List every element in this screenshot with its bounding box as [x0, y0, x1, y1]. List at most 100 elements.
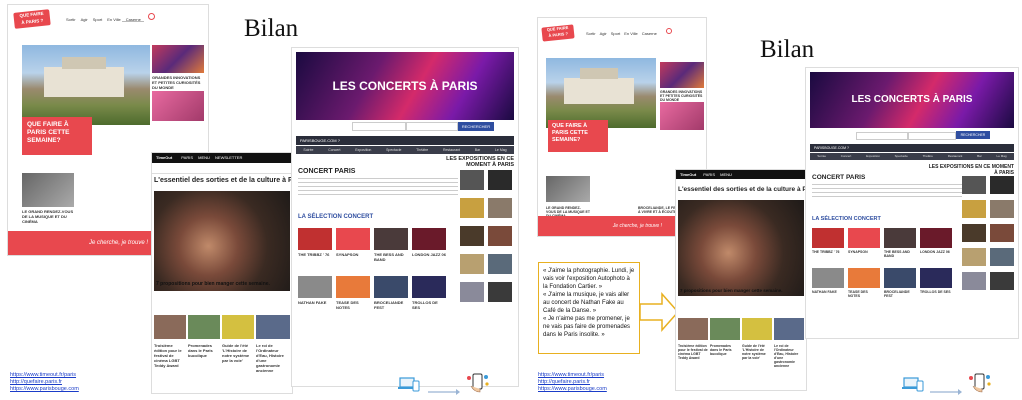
expo-thumb[interactable]: [488, 226, 512, 246]
expo-thumb[interactable]: [488, 254, 512, 274]
timeout-card-thumb[interactable]: [222, 315, 254, 339]
quefaire-logo[interactable]: QUE FAIRE À PARIS ?: [541, 24, 575, 42]
nav-item[interactable]: En Ville: [624, 31, 638, 36]
timeout-card-title[interactable]: Guide de l'été 'L'Histoire de notre syst…: [222, 343, 254, 363]
hero-image[interactable]: [546, 58, 656, 128]
hero-title-box[interactable]: QUE FAIRE À PARIS CETTE SEMAINE?: [548, 120, 608, 152]
nav-item[interactable]: Sport: [93, 17, 103, 22]
expo-thumb[interactable]: [990, 176, 1014, 194]
concert-label[interactable]: THE TRIBBZ ' 76: [812, 250, 844, 254]
concert-label[interactable]: TROLLOS DE SES: [920, 290, 952, 294]
timeout-card-title[interactable]: Guide de l'été 'L'Histoire de notre syst…: [742, 344, 772, 360]
search-icon[interactable]: [666, 28, 672, 34]
concert-thumb[interactable]: [336, 276, 370, 298]
expo-thumb[interactable]: [460, 254, 484, 274]
concert-label[interactable]: SYNAPSON: [848, 250, 880, 254]
concert-label[interactable]: TEASE DES NOTES: [848, 290, 880, 298]
concert-thumb[interactable]: [848, 268, 880, 288]
concert-thumb[interactable]: [920, 228, 952, 248]
pb-search-button[interactable]: RECHERCHER: [458, 122, 494, 131]
timeout-card-title[interactable]: Troisième édition pour le festival de ci…: [154, 343, 186, 368]
concert-banner[interactable]: LES CONCERTS À PARIS: [810, 72, 1014, 128]
concert-thumb[interactable]: [412, 228, 446, 250]
timeout-card-thumb[interactable]: [742, 318, 772, 340]
concert-label[interactable]: THE BESS AND BAND: [374, 252, 408, 262]
expo-thumb[interactable]: [962, 200, 986, 218]
bottom-thumb-1[interactable]: [546, 176, 590, 202]
concert-thumb[interactable]: [298, 228, 332, 250]
timeout-card-title[interactable]: Troisième édition pour le festival de ci…: [678, 344, 708, 360]
side-thumb-2[interactable]: [660, 102, 704, 130]
expo-thumb[interactable]: [488, 170, 512, 190]
pb-bar-left[interactable]: PARISBOUGE.COM ?: [814, 146, 849, 150]
pb-bar-left[interactable]: PARISBOUGE.COM ?: [300, 138, 340, 143]
pb-date-input[interactable]: [908, 132, 956, 140]
concert-thumb[interactable]: [812, 268, 844, 288]
concert-label[interactable]: LONDON JAZZ 06: [412, 252, 446, 257]
source-link[interactable]: http://quefaire.paris.fr: [538, 379, 607, 386]
timeout-card-thumb[interactable]: [188, 315, 220, 339]
tab[interactable]: Le Mag: [495, 146, 507, 154]
nav-item[interactable]: Sport: [611, 31, 621, 36]
concert-thumb[interactable]: [374, 228, 408, 250]
quefaire-logo[interactable]: QUE FAIRE À PARIS ?: [13, 9, 51, 29]
source-link[interactable]: https://www.parisbouge.com: [538, 386, 607, 393]
tab[interactable]: Théâtre: [923, 153, 933, 160]
concert-label[interactable]: TROLLOS DE SES: [412, 300, 446, 310]
timeout-card-title[interactable]: Promenades dans le Paris bucolique: [710, 344, 740, 356]
tab[interactable]: Spectacle: [386, 146, 401, 154]
expo-thumb[interactable]: [990, 200, 1014, 218]
concert-label[interactable]: NATHAN FAKE: [298, 300, 332, 305]
tab[interactable]: Spectacle: [895, 153, 908, 160]
search-field[interactable]: [122, 15, 144, 22]
search-icon[interactable]: [148, 13, 155, 20]
tab[interactable]: Bar: [977, 153, 982, 160]
pb-search-button[interactable]: RECHERCHER: [956, 131, 990, 139]
concert-label[interactable]: THE TRIBBZ ' 76: [298, 252, 332, 257]
nav-item[interactable]: Sortir: [66, 17, 76, 22]
expo-thumb[interactable]: [460, 282, 484, 302]
tab[interactable]: Concert: [328, 146, 340, 154]
nav-item[interactable]: Caserne: [642, 31, 657, 36]
expo-thumb[interactable]: [962, 272, 986, 290]
concert-thumb[interactable]: [412, 276, 446, 298]
concert-thumb[interactable]: [920, 268, 952, 288]
timeout-card-thumb[interactable]: [710, 318, 740, 340]
timeout-card-title[interactable]: Le roi de l'Ordinateur d'Eau, Histoire d…: [256, 343, 290, 373]
timeout-feature-caption[interactable]: 7 propositions pour bien manger cette se…: [156, 281, 288, 287]
timeout-card-thumb[interactable]: [256, 315, 290, 339]
concert-thumb[interactable]: [336, 228, 370, 250]
expo-thumb[interactable]: [990, 272, 1014, 290]
concert-thumb[interactable]: [298, 276, 332, 298]
expo-thumb[interactable]: [990, 248, 1014, 266]
expo-thumb[interactable]: [962, 176, 986, 194]
concert-thumb[interactable]: [884, 268, 916, 288]
tab[interactable]: Le Mag: [997, 153, 1007, 160]
source-link[interactable]: https://www.parisbouge.com: [10, 386, 79, 393]
timeout-card-thumb[interactable]: [678, 318, 708, 340]
timeout-nav-item[interactable]: PARIS: [181, 155, 193, 160]
timeout-nav-item[interactable]: PARIS: [703, 172, 715, 177]
timeout-card-thumb[interactable]: [154, 315, 186, 339]
timeout-feature-image[interactable]: [678, 200, 804, 296]
source-link[interactable]: http://quefaire.paris.fr: [10, 379, 79, 386]
concert-thumb[interactable]: [884, 228, 916, 248]
concert-thumb[interactable]: [374, 276, 408, 298]
concert-label[interactable]: BROCELIANDE FEST: [884, 290, 916, 298]
source-link[interactable]: https://www.timeout.fr/paris: [538, 372, 607, 379]
tab[interactable]: Restaurant: [948, 153, 963, 160]
tab[interactable]: Exposition: [355, 146, 371, 154]
nav-item[interactable]: En Ville: [107, 17, 121, 22]
concert-thumb[interactable]: [848, 228, 880, 248]
expo-thumb[interactable]: [990, 224, 1014, 242]
timeout-feature-image[interactable]: [154, 191, 290, 291]
expo-thumb[interactable]: [488, 282, 512, 302]
tab[interactable]: Théâtre: [416, 146, 428, 154]
concert-label[interactable]: BROCELIANDE FEST: [374, 300, 408, 310]
tab[interactable]: Concert: [841, 153, 852, 160]
concert-label[interactable]: TEASE DES NOTES: [336, 300, 370, 310]
nav-item[interactable]: Agir: [81, 17, 88, 22]
nav-item[interactable]: Agir: [600, 31, 607, 36]
timeout-nav-item[interactable]: MENU: [198, 155, 210, 160]
expo-thumb[interactable]: [962, 248, 986, 266]
